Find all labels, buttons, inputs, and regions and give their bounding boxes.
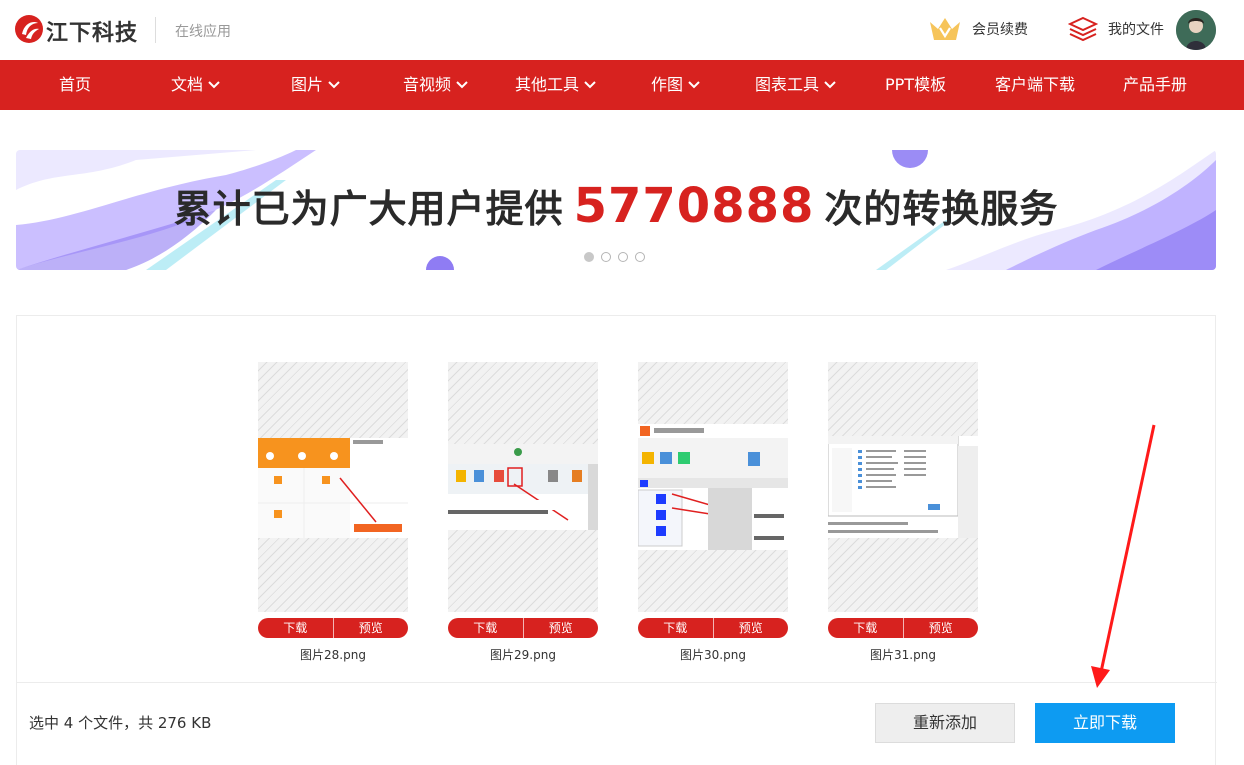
file-name: 图片30.png: [680, 648, 746, 662]
avatar-image: [1176, 10, 1216, 50]
file-action-buttons: 下载 预览: [448, 618, 598, 638]
files-panel: 下载 预览 图片28.png 下载 预览 图片29.png 下载 预览 图片30…: [16, 315, 1217, 765]
chevron-down-icon: [688, 81, 700, 89]
banner-headline: 累计已为广大用户提供 5770888 次的转换服务: [16, 178, 1216, 234]
preview-button[interactable]: 预览: [714, 618, 789, 638]
nav-item-client-download[interactable]: 客户端下载: [995, 60, 1075, 110]
nav-item-images[interactable]: 图片: [291, 60, 341, 110]
preview-button[interactable]: 预览: [334, 618, 409, 638]
nav-item-product-manual[interactable]: 产品手册: [1123, 60, 1187, 110]
file-thumbnail[interactable]: [448, 362, 598, 612]
nav-item-home[interactable]: 首页: [59, 60, 91, 110]
logo-icon[interactable]: [14, 14, 44, 44]
top-header: 江下科技 在线应用 会员续费 我的文件: [0, 0, 1244, 60]
readd-button[interactable]: 重新添加: [875, 703, 1015, 743]
panel-divider: [17, 682, 1217, 683]
screenshot-image: [828, 436, 978, 538]
header-divider: [155, 17, 156, 43]
preview-button[interactable]: 预览: [904, 618, 979, 638]
conversion-count: 5770888: [573, 178, 815, 234]
file-name: 图片29.png: [490, 648, 556, 662]
file-card: 下载 预览 图片30.png: [638, 362, 788, 663]
download-button[interactable]: 下载: [448, 618, 524, 638]
screenshot-image: [638, 424, 788, 550]
preview-button[interactable]: 预览: [524, 618, 599, 638]
my-files-button[interactable]: 我的文件: [1068, 14, 1164, 44]
carousel-dots: [584, 252, 652, 262]
file-action-buttons: 下载 预览: [638, 618, 788, 638]
download-button[interactable]: 下载: [258, 618, 334, 638]
file-thumbnail[interactable]: [638, 362, 788, 612]
screenshot-image: [258, 438, 408, 538]
file-name: 图片31.png: [870, 648, 936, 662]
carousel-dot-3[interactable]: [618, 252, 628, 262]
download-button[interactable]: 下载: [638, 618, 714, 638]
stats-banner[interactable]: 累计已为广大用户提供 5770888 次的转换服务: [16, 150, 1216, 270]
nav-item-drawing[interactable]: 作图: [651, 60, 701, 110]
nav-label: 产品手册: [1123, 75, 1188, 94]
download-all-button[interactable]: 立即下载: [1035, 703, 1175, 743]
avatar[interactable]: [1176, 10, 1216, 50]
file-action-buttons: 下载 预览: [828, 618, 978, 638]
screenshot-image: [448, 444, 598, 530]
nav-label: 音视频: [403, 75, 452, 94]
nav-item-chart-tools[interactable]: 图表工具: [755, 60, 837, 110]
file-card: 下载 预览 图片29.png: [448, 362, 598, 663]
file-card: 下载 预览 图片31.png: [828, 362, 978, 663]
layers-icon: [1068, 16, 1098, 42]
download-button[interactable]: 下载: [828, 618, 904, 638]
chevron-down-icon: [208, 81, 220, 89]
vip-renew-button[interactable]: 会员续费: [928, 14, 1028, 44]
nav-label: PPT模板: [885, 75, 947, 94]
nav-label: 首页: [59, 75, 92, 94]
nav-label: 图表工具: [755, 75, 820, 94]
nav-label: 图片: [291, 75, 324, 94]
file-action-buttons: 下载 预览: [258, 618, 408, 638]
nav-item-media[interactable]: 音视频: [403, 60, 469, 110]
file-name: 图片28.png: [300, 648, 366, 662]
vip-renew-label: 会员续费: [972, 22, 1028, 38]
nav-item-ppt-templates[interactable]: PPT模板: [885, 60, 946, 110]
file-card: 下载 预览 图片28.png: [258, 362, 408, 663]
banner-suffix: 次的转换服务: [824, 187, 1059, 231]
file-thumbnail[interactable]: [258, 362, 408, 612]
chevron-down-icon: [328, 81, 340, 89]
nav-item-docs[interactable]: 文档: [171, 60, 221, 110]
nav-label: 文档: [171, 75, 204, 94]
nav-label: 客户端下载: [995, 75, 1076, 94]
carousel-dot-1[interactable]: [584, 252, 594, 262]
chevron-down-icon: [584, 81, 596, 89]
header-subtitle: 在线应用: [175, 24, 231, 40]
carousel-dot-2[interactable]: [601, 252, 611, 262]
banner-prefix: 累计已为广大用户提供: [173, 187, 564, 231]
nav-label: 其他工具: [515, 75, 580, 94]
nav-item-other-tools[interactable]: 其他工具: [515, 60, 597, 110]
brand-name[interactable]: 江下科技: [46, 15, 138, 47]
carousel-dot-4[interactable]: [635, 252, 645, 262]
nav-label: 作图: [651, 75, 684, 94]
file-thumbnail[interactable]: [828, 362, 978, 612]
chevron-down-icon: [456, 81, 468, 89]
my-files-label: 我的文件: [1108, 22, 1164, 38]
crown-icon: [930, 18, 960, 40]
main-nav: 首页 文档 图片 音视频 其他工具 作图 图表工具 PPT模板 客户端下载 产品…: [0, 60, 1244, 110]
chevron-down-icon: [824, 81, 836, 89]
selection-summary: 选中 4 个文件，共 276 KB: [29, 714, 212, 732]
